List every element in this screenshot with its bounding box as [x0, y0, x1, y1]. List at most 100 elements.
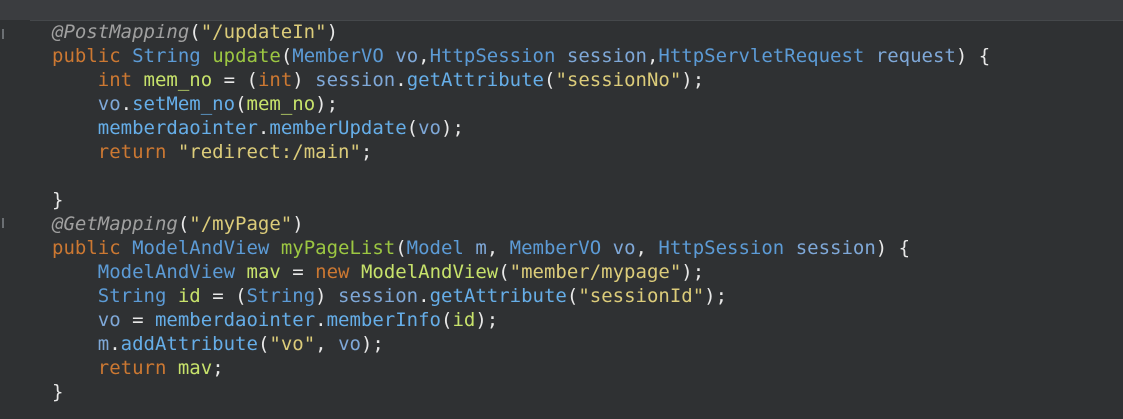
code-token: @GetMapping [52, 213, 178, 235]
code-line[interactable] [52, 164, 990, 188]
code-token: return [97, 141, 167, 163]
code-token: ( [440, 309, 453, 331]
code-token: ) { [955, 45, 991, 67]
code-token: vo [612, 237, 636, 259]
code-token: } [52, 381, 64, 403]
code-line[interactable]: String id = (String) session.getAttribut… [52, 284, 990, 308]
code-token: MemberVO [509, 237, 602, 259]
code-token: ); [315, 93, 339, 115]
code-token: ModelAndView [97, 261, 236, 283]
editor-top-bar [0, 0, 1123, 21]
code-token: session [795, 237, 876, 259]
code-line[interactable]: ModelAndView mav = new ModelAndView("mem… [52, 260, 990, 284]
code-token: ; [212, 357, 224, 379]
code-token: ); [360, 333, 384, 355]
code-token: memberdaointer [154, 309, 316, 331]
code-token: ( [543, 69, 556, 91]
code-area[interactable]: @PostMapping("/updateIn") public String u… [52, 20, 990, 404]
code-line[interactable]: return mav; [52, 356, 990, 380]
code-token: memberInfo [326, 309, 441, 331]
code-token: session [338, 285, 419, 307]
code-token: ); [681, 69, 705, 91]
code-token: "vo" [269, 333, 316, 355]
code-token: vo [395, 45, 419, 67]
code-token: ) [326, 21, 339, 43]
code-token: } [52, 189, 64, 211]
code-token: HttpSession [658, 237, 785, 259]
code-token: ( [406, 117, 419, 139]
code-token: ); [475, 309, 499, 331]
code-line[interactable]: int mem_no = (int) session.getAttribute(… [52, 68, 990, 92]
code-line[interactable]: } [52, 188, 990, 212]
code-token: , [635, 237, 659, 259]
code-token: session [566, 45, 647, 67]
fold-marker-icon[interactable] [2, 218, 4, 228]
code-token: int [97, 69, 133, 91]
code-token: new [315, 261, 350, 283]
code-token: ( [235, 93, 247, 115]
code-editor[interactable]: @PostMapping("/updateIn") public String u… [0, 0, 1123, 419]
code-token: . [120, 93, 133, 115]
code-token: . [418, 285, 430, 307]
code-token: vo [97, 309, 121, 331]
code-token: ; [360, 141, 373, 163]
code-token: ModelAndView [360, 261, 499, 283]
code-token: "/myPage" [189, 213, 293, 235]
code-token: return [97, 357, 167, 379]
code-token: mem_no [143, 69, 213, 91]
code-token: request [875, 45, 956, 67]
code-token: ( [498, 261, 510, 283]
code-token: ) [315, 285, 339, 307]
code-token: public [52, 45, 121, 67]
code-line[interactable]: public String update(MemberVO vo,HttpSes… [52, 44, 990, 68]
code-line[interactable]: vo.setMem_no(mem_no); [52, 92, 990, 116]
code-token: HttpServletRequest [658, 45, 865, 67]
code-token: vo [338, 333, 361, 355]
code-token: @PostMapping [52, 21, 190, 43]
code-token: . [315, 309, 327, 331]
code-line[interactable]: memberdaointer.memberUpdate(vo); [52, 116, 990, 140]
fold-marker-icon[interactable] [2, 29, 4, 39]
code-token: ) [292, 69, 316, 91]
code-token: ( [280, 45, 293, 67]
code-line[interactable]: return "redirect:/main"; [52, 140, 990, 164]
code-token: "sessionNo" [555, 69, 682, 91]
code-line[interactable]: } [52, 380, 990, 404]
editor-gutter [0, 20, 30, 419]
code-token: addAttribute [120, 333, 258, 355]
code-token: myPageList [280, 237, 396, 259]
code-token: String [97, 285, 167, 307]
code-line[interactable]: @PostMapping("/updateIn") [52, 20, 990, 44]
code-line[interactable]: @GetMapping("/myPage") [52, 212, 990, 236]
code-token: public [52, 237, 121, 259]
code-line[interactable]: m.addAttribute("vo", vo); [52, 332, 990, 356]
code-token: int [257, 69, 293, 91]
code-line[interactable]: vo = memberdaointer.memberInfo(id); [52, 308, 990, 332]
code-token: getAttribute [406, 69, 544, 91]
code-token: ) { [875, 237, 911, 259]
code-token: ( [566, 285, 579, 307]
code-token: "/updateIn" [200, 21, 327, 43]
code-token: String [246, 285, 316, 307]
code-token: , [418, 45, 430, 67]
code-line[interactable]: public ModelAndView myPageList(Model m, … [52, 236, 990, 260]
code-token: getAttribute [429, 285, 567, 307]
code-token: id [452, 309, 476, 331]
code-token: memberUpdate [269, 117, 407, 139]
code-token: . [109, 333, 121, 355]
code-token: ); [704, 285, 728, 307]
